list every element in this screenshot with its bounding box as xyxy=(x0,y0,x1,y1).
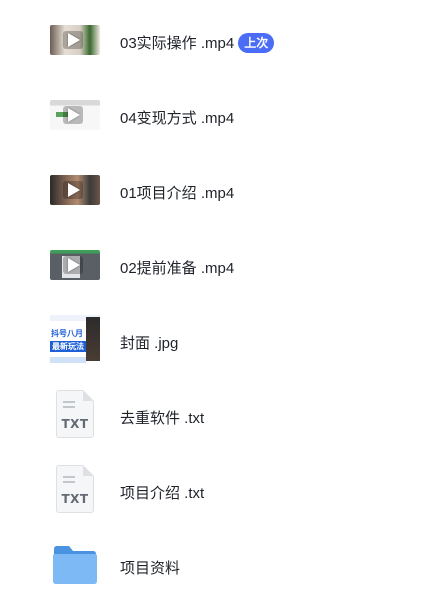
file-row-项目资料[interactable]: 项目资料 xyxy=(0,528,441,595)
video-thumbnail xyxy=(50,90,100,140)
page-fold xyxy=(83,465,94,476)
video-thumbnail xyxy=(50,15,100,65)
play-icon xyxy=(68,33,80,47)
txt-icon: TXT xyxy=(56,465,94,513)
image-thumbnail: 抖号八月 最新玩法 xyxy=(50,315,100,365)
file-row-封面[interactable]: 抖号八月 最新玩法 封面 .jpg xyxy=(0,303,441,378)
txt-file-icon: TXT xyxy=(50,390,100,440)
txt-label: TXT xyxy=(61,417,89,431)
video-thumbnail xyxy=(50,240,100,290)
txt-file-icon: TXT xyxy=(50,465,100,515)
play-icon xyxy=(68,108,80,122)
file-name-text: 03实际操作 .mp4 xyxy=(120,35,235,52)
file-list: 03实际操作 .mp4 上次 04变现方式 .mp4 01项目介绍 .mp4 0… xyxy=(0,0,441,595)
file-name: 03实际操作 .mp4 上次 xyxy=(120,32,275,53)
thumb-title-line-1: 抖号八月 xyxy=(51,329,83,338)
thumb-bottom-strip xyxy=(50,357,86,363)
thumb-title-line-2: 最新玩法 xyxy=(52,342,84,351)
file-row-04变现方式[interactable]: 04变现方式 .mp4 xyxy=(0,78,441,153)
file-name: 项目介绍 .txt xyxy=(120,485,205,502)
text-lines xyxy=(63,476,75,478)
video-thumbnail xyxy=(50,165,100,215)
video-thumbnail-image xyxy=(50,250,100,280)
video-thumbnail-image xyxy=(50,175,100,205)
video-thumbnail-image xyxy=(50,100,100,130)
file-row-01项目介绍[interactable]: 01项目介绍 .mp4 xyxy=(0,153,441,228)
txt-icon: TXT xyxy=(56,390,94,438)
file-name: 02提前准备 .mp4 xyxy=(120,260,235,277)
file-row-项目介绍-txt[interactable]: TXT 项目介绍 .txt xyxy=(0,453,441,528)
file-name: 去重软件 .txt xyxy=(120,410,205,427)
thumb-person xyxy=(86,317,100,361)
file-row-03实际操作[interactable]: 03实际操作 .mp4 上次 xyxy=(0,3,441,78)
folder-icon xyxy=(53,546,97,584)
play-icon xyxy=(68,183,80,197)
video-thumbnail-image xyxy=(50,25,100,55)
file-name: 01项目介绍 .mp4 xyxy=(120,185,235,202)
file-row-去重软件[interactable]: TXT 去重软件 .txt xyxy=(0,378,441,453)
file-name: 封面 .jpg xyxy=(120,335,179,352)
text-lines xyxy=(63,401,75,403)
folder-icon-wrap xyxy=(50,540,100,590)
last-viewed-badge: 上次 xyxy=(238,33,275,53)
file-row-02提前准备[interactable]: 02提前准备 .mp4 xyxy=(0,228,441,303)
page-fold xyxy=(83,390,94,401)
image-thumbnail-image: 抖号八月 最新玩法 xyxy=(50,315,100,363)
txt-label: TXT xyxy=(61,492,89,506)
file-name: 项目资料 xyxy=(120,560,181,577)
play-icon xyxy=(68,258,80,272)
file-name: 04变现方式 .mp4 xyxy=(120,110,235,127)
